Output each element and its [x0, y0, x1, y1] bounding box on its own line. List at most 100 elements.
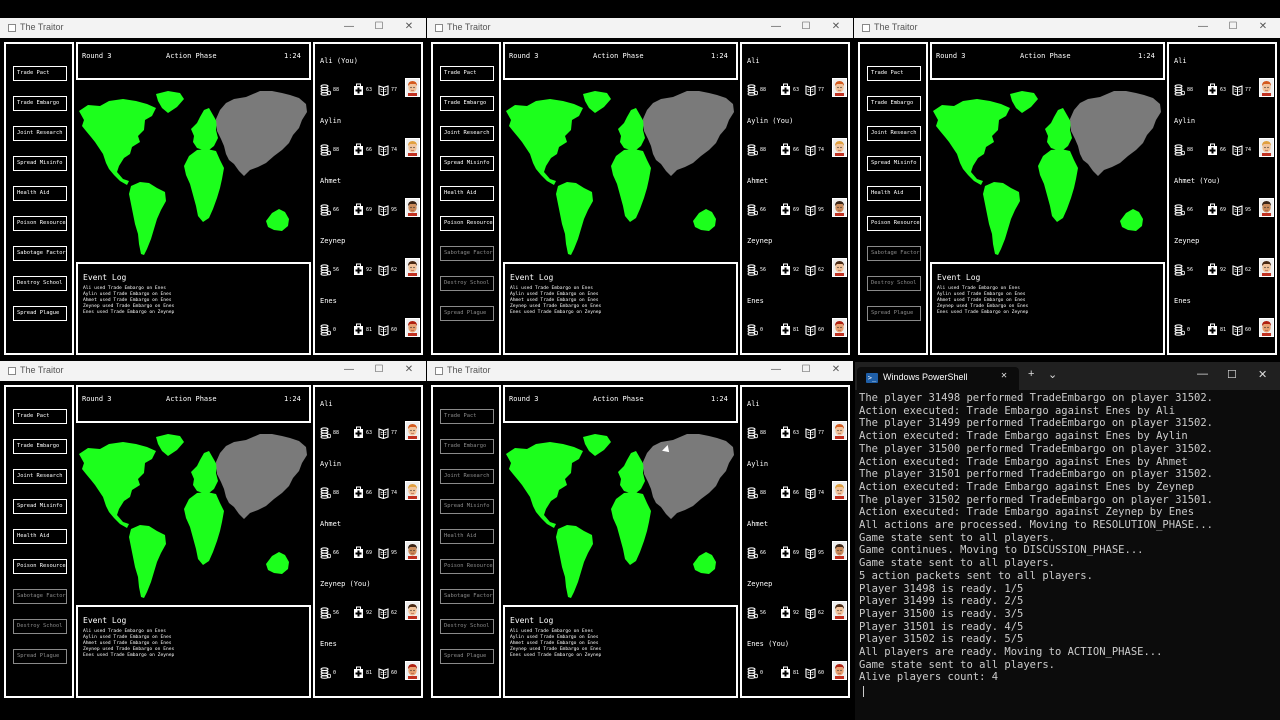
- continent-north-america[interactable]: [506, 99, 583, 185]
- minimize-button[interactable]: —: [342, 364, 356, 375]
- continent-africa[interactable]: [1038, 149, 1078, 222]
- continent-greenland[interactable]: [156, 434, 184, 456]
- continent-australia[interactable]: [693, 209, 716, 231]
- action-button-spread-plague[interactable]: Spread Plague: [13, 649, 67, 664]
- action-button-destroy-school[interactable]: Destroy School: [867, 276, 921, 291]
- maximize-button[interactable]: ☐: [372, 21, 386, 32]
- continent-australia[interactable]: [266, 552, 289, 574]
- action-button-trade-embargo[interactable]: Trade Embargo: [13, 96, 67, 111]
- continent-europe[interactable]: [191, 108, 218, 150]
- action-button-poison-resources[interactable]: Poison Resources: [13, 559, 67, 574]
- action-button-sabotage-factory[interactable]: Sabotage Factory: [867, 246, 921, 261]
- window-titlebar[interactable]: The Traitor — ☐ ✕: [427, 361, 853, 381]
- action-button-trade-embargo[interactable]: Trade Embargo: [440, 96, 494, 111]
- minimize-button[interactable]: —: [342, 21, 356, 32]
- continent-greenland[interactable]: [156, 91, 184, 113]
- continent-asia[interactable]: [1070, 91, 1161, 176]
- action-button-poison-resources[interactable]: Poison Resources: [440, 559, 494, 574]
- continent-europe[interactable]: [1045, 108, 1072, 150]
- powershell-tab[interactable]: >_ Windows PowerShell ✕: [857, 367, 1019, 390]
- action-button-destroy-school[interactable]: Destroy School: [440, 276, 494, 291]
- game-window[interactable]: The Traitor — ☐ ✕ Trade Pact Trade Embargo Joi…: [0, 361, 426, 700]
- continent-europe[interactable]: [618, 108, 645, 150]
- action-button-trade-embargo[interactable]: Trade Embargo: [867, 96, 921, 111]
- window-titlebar[interactable]: The Traitor — ☐ ✕: [427, 18, 853, 38]
- action-button-destroy-school[interactable]: Destroy School: [440, 619, 494, 634]
- continent-africa[interactable]: [184, 492, 224, 565]
- action-button-spread-plague[interactable]: Spread Plague: [13, 306, 67, 321]
- maximize-button[interactable]: ☐: [799, 364, 813, 375]
- minimize-button[interactable]: —: [1196, 21, 1210, 32]
- continent-australia[interactable]: [693, 552, 716, 574]
- new-tab-button[interactable]: +: [1028, 368, 1034, 380]
- game-window[interactable]: The Traitor — ☐ ✕ Trade Pact Trade Embargo Joi…: [0, 18, 426, 357]
- continent-australia[interactable]: [266, 209, 289, 231]
- action-button-health-aid[interactable]: Health Aid: [13, 186, 67, 201]
- close-button[interactable]: ✕: [829, 364, 843, 375]
- continent-south-america[interactable]: [556, 182, 593, 255]
- continent-north-america[interactable]: [79, 442, 156, 528]
- powershell-titlebar[interactable]: >_ Windows PowerShell ✕ + ⌄ — ☐ ✕: [855, 362, 1280, 390]
- window-titlebar[interactable]: The Traitor — ☐ ✕: [0, 18, 426, 38]
- continent-asia[interactable]: [216, 434, 307, 519]
- close-button[interactable]: ✕: [1258, 368, 1267, 381]
- action-button-poison-resources[interactable]: Poison Resources: [440, 216, 494, 231]
- action-button-sabotage-factory[interactable]: Sabotage Factory: [440, 589, 494, 604]
- action-button-trade-pact[interactable]: Trade Pact: [440, 66, 494, 81]
- action-button-joint-research[interactable]: Joint Research: [867, 126, 921, 141]
- powershell-window[interactable]: >_ Windows PowerShell ✕ + ⌄ — ☐ ✕ The pl…: [855, 362, 1280, 720]
- minimize-button[interactable]: —: [769, 364, 783, 375]
- action-button-spread-plague[interactable]: Spread Plague: [440, 649, 494, 664]
- action-button-spread-misinfo[interactable]: Spread Misinfo: [13, 499, 67, 514]
- close-button[interactable]: ✕: [829, 21, 843, 32]
- action-button-trade-pact[interactable]: Trade Pact: [13, 66, 67, 81]
- action-button-health-aid[interactable]: Health Aid: [13, 529, 67, 544]
- continent-greenland[interactable]: [583, 434, 611, 456]
- action-button-destroy-school[interactable]: Destroy School: [13, 619, 67, 634]
- continent-europe[interactable]: [191, 451, 218, 493]
- continent-greenland[interactable]: [1010, 91, 1038, 113]
- continent-north-america[interactable]: [79, 99, 156, 185]
- action-button-spread-misinfo[interactable]: Spread Misinfo: [867, 156, 921, 171]
- maximize-button[interactable]: ☐: [372, 364, 386, 375]
- action-button-sabotage-factory[interactable]: Sabotage Factory: [440, 246, 494, 261]
- close-button[interactable]: ✕: [1256, 21, 1270, 32]
- continent-south-america[interactable]: [129, 182, 166, 255]
- tab-dropdown-icon[interactable]: ⌄: [1048, 368, 1057, 381]
- game-window[interactable]: The Traitor — ☐ ✕ Trade Pact Trade Embargo Joi…: [427, 18, 853, 357]
- continent-africa[interactable]: [611, 492, 651, 565]
- maximize-button[interactable]: ☐: [799, 21, 813, 32]
- minimize-button[interactable]: —: [769, 21, 783, 32]
- action-button-health-aid[interactable]: Health Aid: [867, 186, 921, 201]
- tab-close-icon[interactable]: ✕: [1001, 370, 1007, 381]
- minimize-button[interactable]: —: [1197, 368, 1208, 380]
- window-titlebar[interactable]: The Traitor — ☐ ✕: [854, 18, 1280, 38]
- action-button-trade-embargo[interactable]: Trade Embargo: [13, 439, 67, 454]
- action-button-joint-research[interactable]: Joint Research: [440, 469, 494, 484]
- continent-asia[interactable]: [643, 434, 734, 519]
- continent-north-america[interactable]: [933, 99, 1010, 185]
- action-button-trade-embargo[interactable]: Trade Embargo: [440, 439, 494, 454]
- close-button[interactable]: ✕: [402, 364, 416, 375]
- continent-greenland[interactable]: [583, 91, 611, 113]
- action-button-destroy-school[interactable]: Destroy School: [13, 276, 67, 291]
- action-button-trade-pact[interactable]: Trade Pact: [440, 409, 494, 424]
- action-button-spread-plague[interactable]: Spread Plague: [440, 306, 494, 321]
- window-titlebar[interactable]: The Traitor — ☐ ✕: [0, 361, 426, 381]
- continent-asia[interactable]: [216, 91, 307, 176]
- continent-africa[interactable]: [611, 149, 651, 222]
- continent-australia[interactable]: [1120, 209, 1143, 231]
- continent-africa[interactable]: [184, 149, 224, 222]
- continent-europe[interactable]: [618, 451, 645, 493]
- action-button-spread-misinfo[interactable]: Spread Misinfo: [13, 156, 67, 171]
- close-button[interactable]: ✕: [402, 21, 416, 32]
- action-button-joint-research[interactable]: Joint Research: [440, 126, 494, 141]
- action-button-poison-resources[interactable]: Poison Resources: [867, 216, 921, 231]
- action-button-joint-research[interactable]: Joint Research: [13, 469, 67, 484]
- continent-north-america[interactable]: [506, 442, 583, 528]
- continent-south-america[interactable]: [983, 182, 1020, 255]
- action-button-joint-research[interactable]: Joint Research: [13, 126, 67, 141]
- continent-asia[interactable]: [643, 91, 734, 176]
- action-button-poison-resources[interactable]: Poison Resources: [13, 216, 67, 231]
- action-button-spread-plague[interactable]: Spread Plague: [867, 306, 921, 321]
